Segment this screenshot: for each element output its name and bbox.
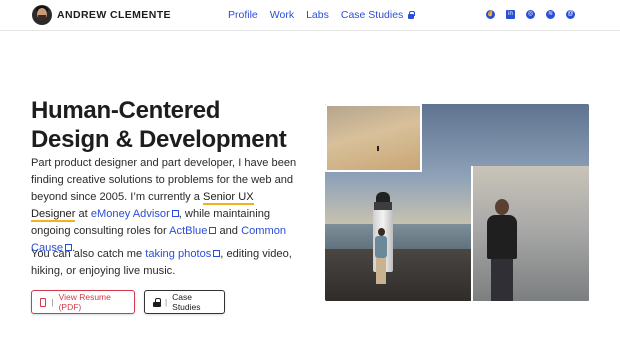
page-title: Human-Centered Design & Development [31, 96, 311, 154]
intro-text-b: at [75, 208, 91, 220]
external-link-icon [213, 250, 221, 257]
sand-dune-photo [325, 104, 422, 172]
nav-case-studies-label: Case Studies [340, 9, 404, 21]
button-separator: | [164, 297, 168, 307]
peace-icon[interactable]: ✌ [486, 10, 495, 19]
intro-text-d: and [216, 225, 242, 237]
site-brand[interactable]: ANDREW CLEMENTE [57, 9, 171, 21]
view-resume-button[interactable]: | View Resume (PDF) [31, 290, 135, 314]
lock-icon [153, 297, 161, 307]
company-link-label: eMoney Advisor [90, 208, 170, 220]
linkedin-icon[interactable]: in [506, 10, 515, 19]
social-links: ✌ in ◎ ≋ @ [486, 10, 575, 19]
pdf-icon [40, 297, 47, 307]
external-link-icon [209, 227, 217, 234]
hobbies-text-a: You can also catch me [31, 248, 146, 260]
nav-profile[interactable]: Profile [228, 9, 258, 21]
avatar[interactable] [32, 5, 52, 25]
button-separator: | [51, 297, 54, 307]
photo-collage [325, 104, 589, 301]
case-studies-label: Case Studies [172, 292, 201, 312]
nav-work[interactable]: Work [270, 9, 294, 21]
site-header: ANDREW CLEMENTE Profile Work Labs Case S… [0, 0, 620, 31]
intro-paragraph: Part product designer and part developer… [31, 155, 299, 257]
at-sign-icon[interactable]: @ [566, 10, 575, 19]
case-studies-button[interactable]: | Case Studies [144, 290, 225, 314]
nav-case-studies[interactable]: Case Studies [340, 9, 416, 21]
photos-link[interactable]: taking photos [145, 248, 221, 260]
external-link-icon [171, 210, 179, 217]
title-line-2: Design & Development [31, 126, 287, 153]
title-line-1: Human-Centered [31, 97, 221, 124]
hobbies-paragraph: You can also catch me taking photos, edi… [31, 246, 299, 280]
hiker-figure [373, 228, 389, 284]
view-resume-label: View Resume (PDF) [58, 292, 111, 312]
actblue-link-label: ActBlue [169, 225, 208, 237]
company-link[interactable]: eMoney Advisor [91, 208, 179, 220]
nav-labs[interactable]: Labs [306, 9, 329, 21]
portrait-figure [485, 199, 519, 301]
lock-icon [407, 11, 416, 19]
main-nav: Profile Work Labs Case Studies [228, 9, 416, 21]
spotify-icon[interactable]: ≋ [546, 10, 555, 19]
photos-link-label: taking photos [145, 248, 212, 260]
dribbble-icon[interactable]: ◎ [526, 10, 535, 19]
actblue-link[interactable]: ActBlue [169, 225, 217, 237]
intro-text-a: Part product designer and part developer… [31, 157, 297, 203]
